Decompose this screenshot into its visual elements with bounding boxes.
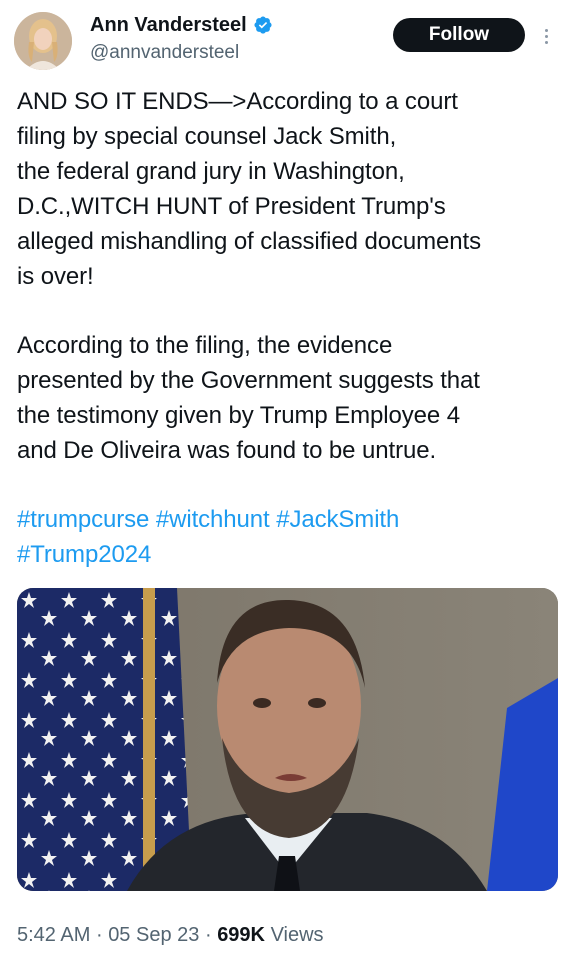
- author-info: Ann Vandersteel @annvandersteel: [90, 12, 273, 66]
- avatar[interactable]: [14, 12, 72, 70]
- hashtag-link[interactable]: #witchhunt: [156, 506, 270, 533]
- follow-button[interactable]: Follow: [393, 18, 525, 52]
- tweet-time[interactable]: 5:42 AM: [17, 924, 90, 946]
- author-name[interactable]: Ann Vandersteel: [90, 12, 247, 38]
- hashtag-list: #trumpcurse #witchhunt #JackSmith #Trump…: [17, 502, 562, 572]
- tweet-paragraph-1: AND SO IT ENDS—>According to a court fil…: [17, 88, 481, 290]
- hashtag-link[interactable]: #Trump2024: [17, 541, 151, 568]
- tweet-header: Ann Vandersteel @annvandersteel Follow: [0, 0, 574, 80]
- verified-badge-icon: [253, 15, 273, 35]
- separator-dot: ·: [95, 924, 103, 946]
- hashtag-link[interactable]: #trumpcurse: [17, 506, 149, 533]
- tweet-photo[interactable]: [17, 588, 558, 891]
- tweet-date[interactable]: 05 Sep 23: [108, 924, 199, 946]
- views-label: Views: [270, 924, 324, 946]
- separator-dot: ·: [204, 924, 212, 946]
- author-handle[interactable]: @annvandersteel: [90, 40, 273, 66]
- hashtag-link[interactable]: #JackSmith: [276, 506, 399, 533]
- views-count: 699K: [217, 924, 265, 946]
- tweet-meta: 5:42 AM · 05 Sep 23 · 699K Views: [17, 920, 324, 950]
- tweet-text: AND SO IT ENDS—>According to a court fil…: [17, 84, 562, 572]
- more-vertical-icon[interactable]: [536, 22, 556, 50]
- tweet-paragraph-2: According to the filing, the evidence pr…: [17, 332, 480, 464]
